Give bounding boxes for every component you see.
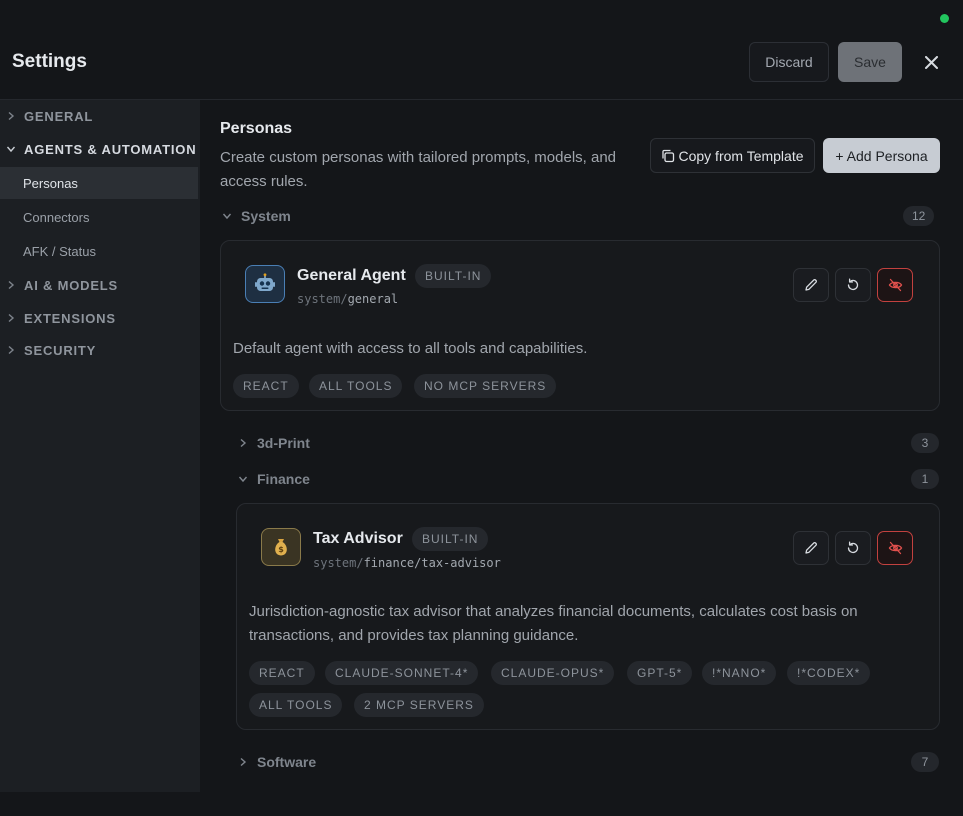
- copy-from-template-label: Copy from Template: [678, 147, 804, 164]
- add-persona-button[interactable]: + Add Persona: [823, 138, 940, 173]
- page-title: Settings: [12, 51, 87, 72]
- group-name: Software: [257, 754, 317, 770]
- pencil-icon: [805, 542, 817, 554]
- chevron-right-icon: [8, 111, 15, 121]
- chevron-right-icon: [240, 757, 247, 767]
- group-header-3d-print[interactable]: 3d-Print: [238, 433, 310, 453]
- group-count-badge: 12: [903, 206, 935, 226]
- persona-tag: !*CODEX*: [787, 661, 871, 685]
- persona-tag: REACT: [249, 661, 315, 685]
- persona-tag: !*NANO*: [702, 661, 777, 685]
- group-header-software[interactable]: Software: [238, 752, 316, 772]
- sidebar-section-label: EXTENSIONS: [24, 310, 116, 326]
- persona-tag: NO MCP SERVERS: [414, 374, 557, 398]
- eye-off-icon: [888, 541, 902, 555]
- persona-path: system/general: [297, 292, 398, 306]
- built-in-badge: BUILT-IN: [415, 264, 492, 288]
- sidebar-section-label: GENERAL: [24, 108, 94, 124]
- chevron-right-icon: [8, 280, 15, 290]
- personas-panel: Personas Create custom personas with tai…: [200, 100, 963, 816]
- chevron-right-icon: [240, 438, 247, 448]
- discard-button[interactable]: Discard: [749, 42, 829, 82]
- sidebar-item-personas[interactable]: Personas: [0, 167, 198, 199]
- sidebar-item-connectors[interactable]: Connectors: [0, 201, 198, 233]
- persona-tag: CLAUDE-SONNET-4*: [325, 661, 479, 685]
- persona-tag: GPT-5*: [627, 661, 693, 685]
- group-name: Finance: [257, 471, 310, 487]
- sidebar-section-label: AGENTS & AUTOMATION: [24, 141, 197, 157]
- built-in-badge: BUILT-IN: [412, 527, 489, 551]
- copy-icon: [662, 149, 675, 162]
- group-count-badge: 7: [911, 752, 939, 772]
- section-description: Create custom personas with tailored pro…: [220, 149, 617, 190]
- persona-name: General Agent: [297, 267, 406, 284]
- path-prefix: system/: [313, 556, 364, 570]
- edit-button[interactable]: [793, 531, 829, 565]
- group-count-badge: 1: [911, 469, 939, 489]
- path-name: general: [347, 292, 399, 306]
- sidebar-section-agents[interactable]: AGENTS & AUTOMATION: [0, 135, 200, 163]
- persona-path: system/finance/tax-advisor: [313, 556, 501, 570]
- group-header-system[interactable]: System: [222, 206, 291, 226]
- save-button[interactable]: Save: [838, 42, 902, 82]
- close-icon: [924, 55, 938, 69]
- persona-card-tax-advisor: $ Tax Advisor BUILT-IN system/finance/ta…: [236, 503, 940, 730]
- persona-tag: CLAUDE-OPUS*: [491, 661, 615, 685]
- reset-icon: [847, 541, 859, 554]
- sidebar-section-security[interactable]: SECURITY: [0, 336, 200, 364]
- pencil-icon: [805, 279, 817, 291]
- hide-button[interactable]: [877, 268, 913, 302]
- group-header-finance[interactable]: Finance: [238, 469, 310, 489]
- robot-icon: [245, 265, 285, 303]
- path-name: finance/tax-advisor: [363, 556, 501, 570]
- svg-text:$: $: [278, 545, 284, 554]
- reset-button[interactable]: [835, 531, 871, 565]
- group-count-badge: 3: [911, 433, 939, 453]
- group-name: 3d-Print: [257, 435, 310, 451]
- persona-tag: 2 MCP SERVERS: [354, 693, 484, 717]
- sidebar-section-ai-models[interactable]: AI & MODELS: [0, 271, 200, 299]
- persona-tag: ALL TOOLS: [309, 374, 403, 398]
- persona-name: Tax Advisor: [313, 530, 403, 547]
- sidebar-section-extensions[interactable]: EXTENSIONS: [0, 304, 200, 332]
- hide-button[interactable]: [877, 531, 913, 565]
- eye-off-icon: [888, 278, 902, 292]
- reset-icon: [847, 278, 859, 291]
- persona-description: Jurisdiction-agnostic tax advisor that a…: [249, 603, 858, 644]
- sidebar-section-label: AI & MODELS: [24, 277, 119, 293]
- persona-description: Default agent with access to all tools a…: [233, 340, 588, 357]
- money-bag-icon: $: [261, 528, 301, 566]
- persona-tag: ALL TOOLS: [249, 693, 343, 717]
- chevron-down-icon: [222, 213, 232, 220]
- path-prefix: system/: [297, 292, 348, 306]
- copy-from-template-button[interactable]: Copy from Template: [650, 138, 815, 173]
- settings-header: Settings Discard Save: [0, 0, 963, 100]
- chevron-down-icon: [6, 146, 16, 153]
- edit-button[interactable]: [793, 268, 829, 302]
- sidebar-section-label: SECURITY: [24, 342, 97, 358]
- chevron-down-icon: [238, 476, 248, 483]
- persona-tag: REACT: [233, 374, 299, 398]
- settings-sidebar: GENERAL AGENTS & AUTOMATION Personas Con…: [0, 100, 200, 792]
- chevron-right-icon: [8, 345, 15, 355]
- chevron-right-icon: [8, 313, 15, 323]
- sidebar-section-general[interactable]: GENERAL: [0, 102, 200, 130]
- close-button[interactable]: [918, 50, 944, 74]
- reset-button[interactable]: [835, 268, 871, 302]
- persona-card-general-agent: General Agent BUILT-IN system/general De…: [220, 240, 940, 411]
- group-name: System: [241, 208, 291, 224]
- section-title: Personas: [220, 120, 293, 137]
- sidebar-item-afk-status[interactable]: AFK / Status: [0, 235, 198, 267]
